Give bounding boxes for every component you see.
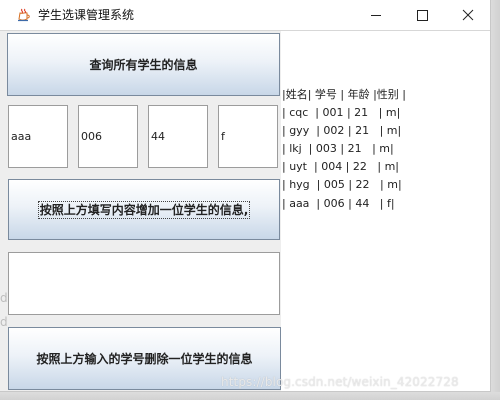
window-bottom-shadow [0,392,500,400]
controls-panel: 查询所有学生的信息 按照上方填写内容增加一位学生的信息, 按照上方输入的学号删除… [0,31,281,391]
add-student-button[interactable]: 按照上方填写内容增加一位学生的信息, [8,179,280,240]
query-all-students-label: 查询所有学生的信息 [89,58,198,72]
student-id-input[interactable] [78,105,138,168]
delete-student-id-input[interactable] [8,252,280,315]
maximize-icon [417,10,428,21]
query-all-students-button[interactable]: 查询所有学生的信息 [7,33,280,96]
maximize-button[interactable] [399,0,445,31]
add-student-label: 按照上方填写内容增加一位学生的信息, [37,200,251,219]
window-client-area: 查询所有学生的信息 按照上方填写内容增加一位学生的信息, 按照上方输入的学号删除… [0,31,490,391]
application-window: 学生选课管理系统 查询所有学生的信息 aaa 006 44 f 按照上方填写内容… [0,0,491,392]
minimize-icon [371,15,381,16]
java-cup-icon [18,8,30,22]
student-info-panel: |姓名| 学号 | 年龄 |性别 | | cqc | 001 | 21 | m|… [281,31,490,391]
window-title: 学生选课管理系统 [38,8,135,22]
minimize-button[interactable] [353,0,399,31]
student-sex-input[interactable] [218,105,278,168]
window-right-shadow [491,0,500,400]
csdn-watermark: https://blog.csdn.net/weixin_42022728 [221,375,459,389]
student-info-text: |姓名| 学号 | 年龄 |性别 | | cqc | 001 | 21 | m|… [282,88,407,210]
delete-student-label: 按照上方输入的学号删除一位学生的信息 [36,352,253,366]
student-name-input[interactable] [8,105,68,168]
desktop-background: 学生选课管理系统 查询所有学生的信息 aaa 006 44 f 按照上方填写内容… [0,0,500,400]
student-age-input[interactable] [148,105,208,168]
close-button[interactable] [445,0,490,31]
close-icon [462,9,474,21]
title-bar: 学生选课管理系统 [0,0,490,31]
